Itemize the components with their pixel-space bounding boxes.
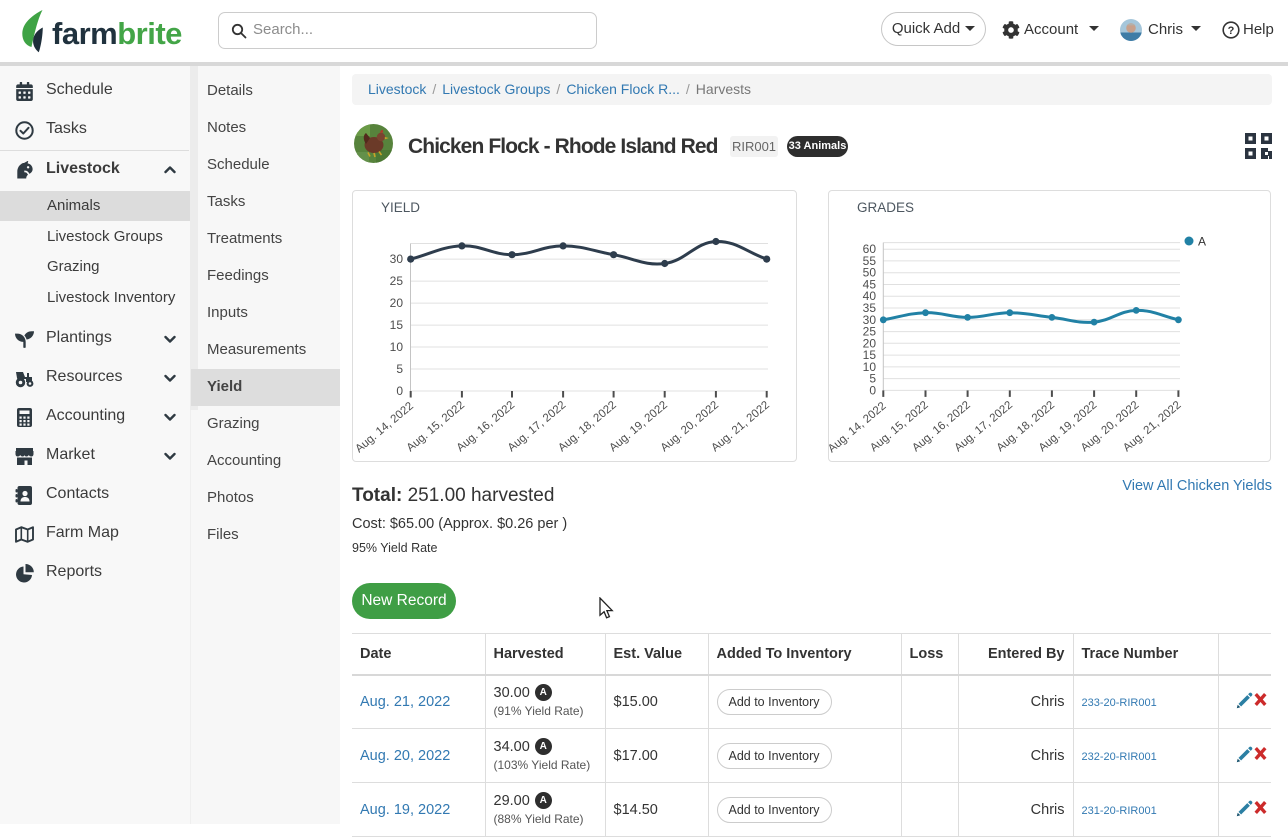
svg-text:25: 25 [390, 274, 404, 288]
svg-text:A: A [1198, 235, 1206, 249]
svg-text:?: ? [1228, 25, 1235, 37]
svg-text:60: 60 [863, 242, 877, 256]
svg-text:20: 20 [390, 296, 404, 310]
svg-text:0: 0 [396, 384, 403, 398]
svg-text:30: 30 [390, 252, 404, 266]
svg-text:15: 15 [390, 318, 404, 332]
svg-text:10: 10 [390, 340, 404, 354]
svg-text:5: 5 [396, 362, 403, 376]
